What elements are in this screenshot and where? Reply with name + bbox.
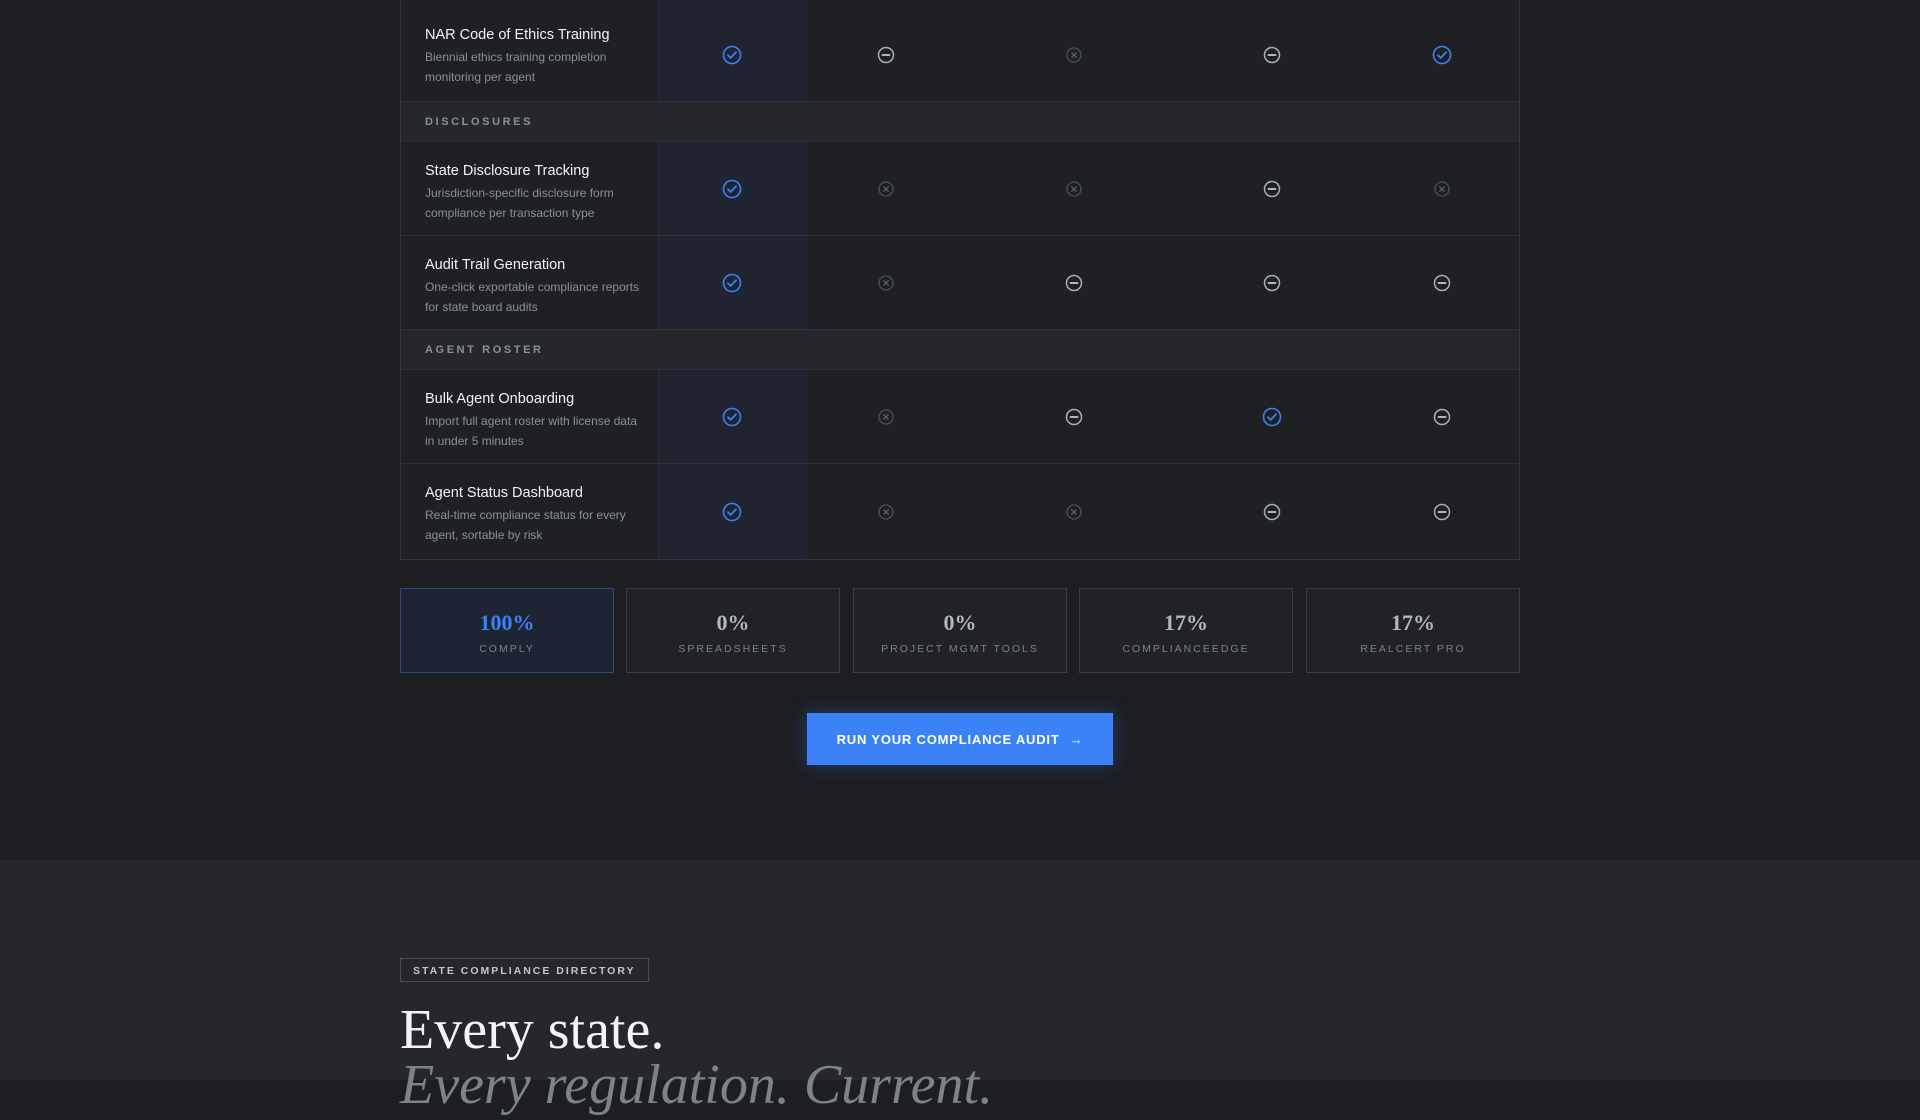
feature-description: Jurisdiction-specific disclosure form co…: [425, 186, 614, 220]
arrow-right-icon: →: [1069, 731, 1084, 747]
run-audit-label: RUN YOUR COMPLIANCE AUDIT: [836, 731, 1060, 747]
score-value: 0%: [716, 610, 750, 635]
x-circle-icon: [1063, 44, 1085, 66]
score-value: 17%: [1164, 610, 1208, 635]
check-circle-icon: [1261, 406, 1283, 428]
minus-circle-icon: [1431, 501, 1453, 523]
check-circle-icon: [721, 406, 743, 428]
feature-description: One-click exportable compliance reports …: [425, 280, 640, 314]
x-circle-icon: [875, 501, 897, 523]
score-card: 100% COMPLY: [400, 588, 614, 673]
minus-circle-icon: [875, 44, 897, 66]
feature-title: Audit Trail Generation: [425, 257, 566, 273]
check-circle-icon: [721, 44, 743, 66]
feature-cell: Agent Status Dashboard Real-time complian…: [425, 484, 645, 545]
feature-description: Import full agent roster with license da…: [425, 414, 638, 448]
feature-description: Real-time compliance status for every ag…: [425, 508, 626, 542]
score-label: COMPLIANCEEDGE: [1122, 643, 1250, 655]
section-label: AGENT ROSTER: [425, 344, 544, 356]
score-card: 0% SPREADSHEETS: [626, 588, 840, 673]
score-label: COMPLY: [479, 643, 535, 655]
x-circle-icon: [1431, 178, 1453, 200]
score-label: PROJECT MGMT TOOLS: [881, 643, 1039, 655]
score-card: 17% REALCERT PRO: [1306, 588, 1520, 673]
score-label: SPREADSHEETS: [678, 643, 788, 655]
score-value: 100%: [479, 610, 535, 635]
score-card: 0% PROJECT MGMT TOOLS: [853, 588, 1067, 673]
minus-circle-icon: [1431, 272, 1453, 294]
comparison-table: NAR Code of Ethics Training Biennial ethi…: [400, 0, 1520, 560]
feature-title: NAR Code of Ethics Training: [425, 27, 610, 43]
check-circle-icon: [1431, 44, 1453, 66]
feature-cell: Audit Trail Generation One-click exportab…: [425, 256, 645, 317]
x-circle-icon: [875, 406, 897, 428]
table-row: Audit Trail Generation One-click exportab…: [401, 236, 1519, 330]
run-audit-button[interactable]: RUN YOUR COMPLIANCE AUDIT →: [807, 713, 1113, 765]
section-subheadline: Every regulation. Current.: [400, 1054, 994, 1116]
x-circle-icon: [1063, 501, 1085, 523]
check-circle-icon: [721, 501, 743, 523]
minus-circle-icon: [1261, 501, 1283, 523]
minus-circle-icon: [1063, 406, 1085, 428]
check-circle-icon: [721, 272, 743, 294]
score-label: REALCERT PRO: [1360, 643, 1466, 655]
feature-title: State Disclosure Tracking: [425, 163, 590, 179]
minus-circle-icon: [1261, 272, 1283, 294]
score-card: 17% COMPLIANCEEDGE: [1079, 588, 1293, 673]
table-row: State Disclosure Tracking Jurisdiction-sp…: [401, 142, 1519, 236]
feature-cell: State Disclosure Tracking Jurisdiction-sp…: [425, 162, 645, 223]
x-circle-icon: [1063, 178, 1085, 200]
feature-title: Bulk Agent Onboarding: [425, 391, 575, 407]
feature-cell: Bulk Agent Onboarding Import full agent r…: [425, 390, 645, 451]
feature-cell: NAR Code of Ethics Training Biennial ethi…: [425, 26, 645, 87]
table-row: Bulk Agent Onboarding Import full agent r…: [401, 370, 1519, 464]
check-circle-icon: [721, 178, 743, 200]
state-directory-section: [0, 860, 1920, 1080]
score-summary: 100% COMPLY 0% SPREADSHEETS 0% PROJECT MGMT T…: [400, 588, 1520, 673]
section-badge: STATE COMPLIANCE DIRECTORY: [400, 958, 649, 982]
section-header: DISCLOSURES: [401, 102, 1519, 142]
score-value: 17%: [1391, 610, 1435, 635]
minus-circle-icon: [1261, 44, 1283, 66]
feature-title: Agent Status Dashboard: [425, 485, 583, 501]
score-value: 0%: [943, 610, 977, 635]
x-circle-icon: [875, 272, 897, 294]
minus-circle-icon: [1261, 178, 1283, 200]
table-row: NAR Code of Ethics Training Biennial ethi…: [401, 0, 1519, 102]
table-row: Agent Status Dashboard Real-time complian…: [401, 464, 1519, 559]
section-label: DISCLOSURES: [425, 116, 534, 128]
section-header: AGENT ROSTER: [401, 330, 1519, 370]
x-circle-icon: [875, 178, 897, 200]
minus-circle-icon: [1063, 272, 1085, 294]
feature-description: Biennial ethics training completion moni…: [425, 50, 607, 84]
minus-circle-icon: [1431, 406, 1453, 428]
